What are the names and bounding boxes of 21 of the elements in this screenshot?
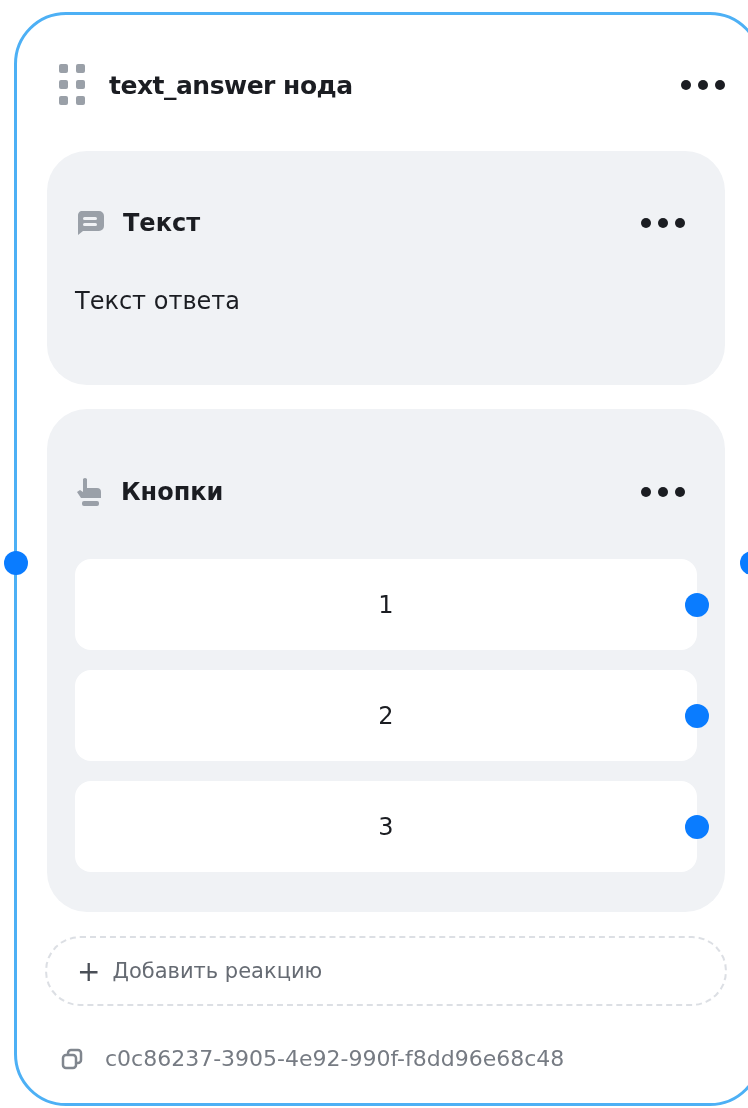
node-id: c0c86237-3905-4e92-990f-f8dd96e68c48 xyxy=(105,1046,565,1071)
reply-button[interactable]: 3 xyxy=(75,781,697,872)
block-title: Текст xyxy=(123,209,202,237)
more-icon[interactable] xyxy=(641,487,685,497)
connection-handle[interactable] xyxy=(685,815,709,839)
message-icon xyxy=(75,209,105,237)
reply-button[interactable]: 2 xyxy=(75,670,697,761)
connection-handle[interactable] xyxy=(685,593,709,617)
reply-button[interactable]: 1 xyxy=(75,559,697,650)
pointer-hand-icon xyxy=(75,477,103,507)
add-reaction-button[interactable]: + Добавить реакцию xyxy=(45,936,727,1006)
connection-handle[interactable] xyxy=(685,704,709,728)
drag-handle-icon[interactable] xyxy=(59,64,85,106)
answer-text: Текст ответа xyxy=(75,287,241,315)
node-title: text_answer нода xyxy=(109,70,354,100)
more-icon[interactable] xyxy=(641,218,685,228)
more-icon[interactable] xyxy=(681,80,725,90)
block-title: Кнопки xyxy=(121,478,225,506)
connection-handle[interactable] xyxy=(4,551,28,575)
node-card[interactable]: text_answer нода Текст Текст ответа Кнопки 1 2 3 + Добавить реакцию c0c86237-3905-4e92-990f-f8dd96e68c48 xyxy=(14,12,748,1106)
copy-icon[interactable] xyxy=(61,1047,83,1070)
